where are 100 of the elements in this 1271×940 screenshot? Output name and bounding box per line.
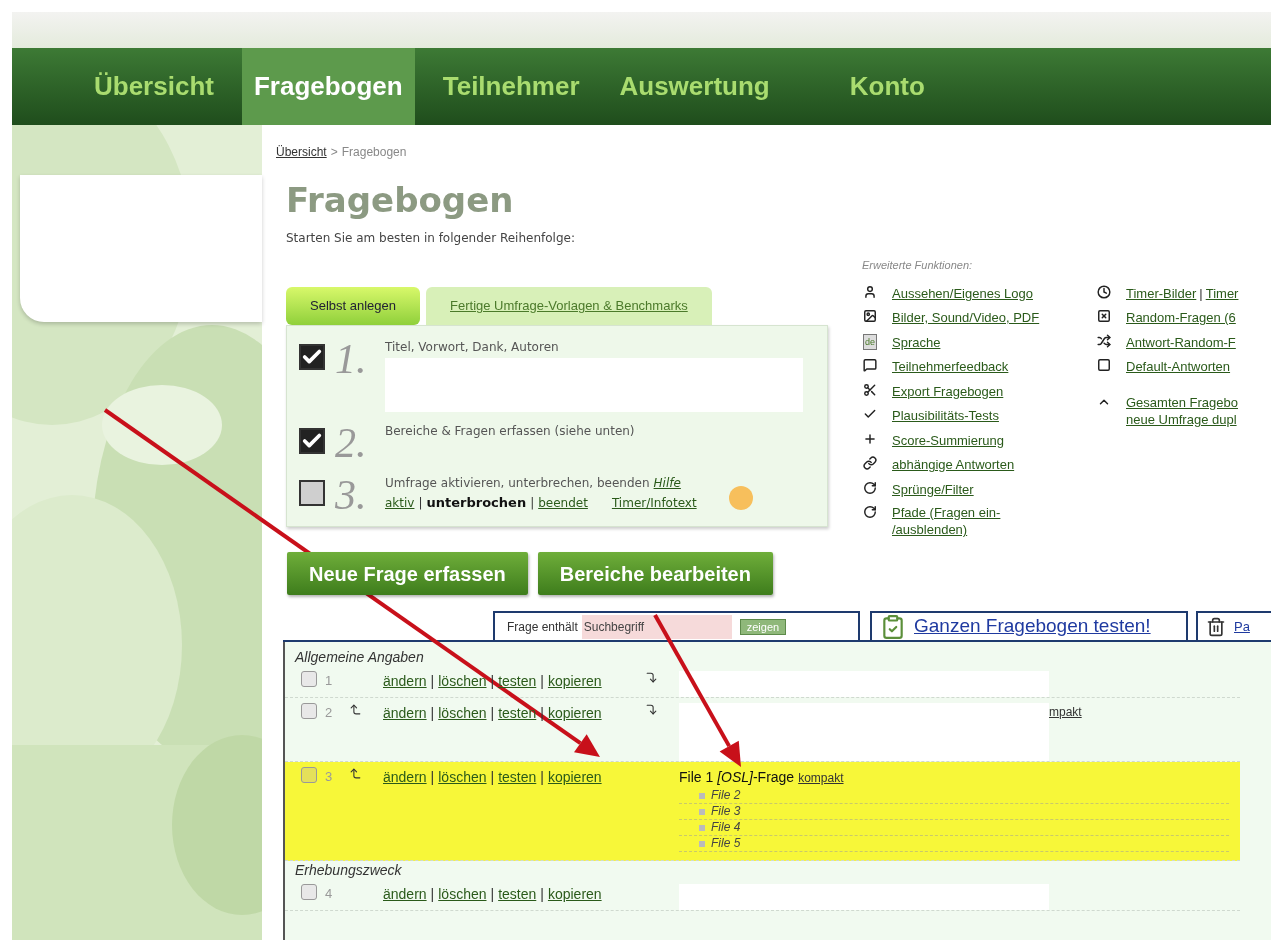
- action-button[interactable]: Neue Frage erfassen: [287, 552, 528, 595]
- nav-tab[interactable]: Konto: [837, 48, 937, 125]
- link-icon: [863, 456, 877, 470]
- feature-link[interactable]: Random-Fragen (6: [1126, 308, 1236, 328]
- question-checkbox[interactable]: [301, 703, 317, 719]
- separator: |: [490, 885, 495, 904]
- separator: |: [430, 885, 435, 904]
- question-action-link[interactable]: kopieren: [547, 767, 602, 788]
- square-icon: [1097, 358, 1111, 372]
- question-action-link[interactable]: ändern: [383, 703, 427, 724]
- move-up-icon[interactable]: [349, 703, 362, 716]
- action-button[interactable]: Bereiche bearbeiten: [537, 552, 773, 595]
- language-badge: de: [863, 333, 877, 350]
- step-tab[interactable]: Selbst anlegen: [286, 287, 420, 325]
- section-title: Erhebungszweck: [294, 861, 403, 879]
- answer-item: File 4: [711, 820, 741, 835]
- question-number: 1: [325, 672, 334, 690]
- breadcrumb-separator: >: [330, 144, 338, 161]
- separator: |: [430, 672, 435, 691]
- feature-link[interactable]: Sprünge/Filter: [892, 479, 974, 499]
- timer-link[interactable]: Timer/Infotext: [611, 493, 697, 512]
- breadcrumb-link[interactable]: Übersicht: [276, 143, 327, 161]
- compact-link[interactable]: mpakt: [1049, 703, 1082, 721]
- question-action-link[interactable]: löschen: [438, 703, 487, 724]
- question-number: 3: [325, 768, 334, 786]
- question-action-link[interactable]: kopieren: [547, 884, 602, 905]
- feature-link[interactable]: Timer: [1205, 283, 1239, 303]
- bullet-icon: [699, 824, 705, 831]
- nav-tab[interactable]: Auswertung: [607, 48, 782, 125]
- question-action-link[interactable]: kopieren: [547, 671, 602, 692]
- scissors-icon: [863, 382, 877, 397]
- question-checkbox[interactable]: [301, 767, 317, 783]
- feature-link[interactable]: Bilder, Sound/Video, PDF: [892, 308, 1040, 328]
- question-action-link[interactable]: ändern: [383, 671, 427, 692]
- step-number: 3.: [335, 474, 368, 516]
- answer-item: File 3: [711, 804, 741, 819]
- move-down-icon[interactable]: [645, 703, 658, 716]
- status-option[interactable]: beendet: [538, 493, 588, 512]
- question-checkbox[interactable]: [301, 884, 317, 900]
- move-up-icon[interactable]: [349, 767, 362, 780]
- feature-link[interactable]: Score-Summierung: [892, 430, 1004, 450]
- step-number: 2.: [335, 422, 368, 464]
- bullet-icon: [699, 792, 705, 799]
- separator: |: [490, 704, 495, 723]
- feature-link[interactable]: Pfade (Fragen ein- /ausblenden): [892, 504, 1001, 538]
- feature-link[interactable]: Plausibilitäts-Tests: [892, 406, 999, 426]
- page-title: Fragebogen: [286, 183, 515, 217]
- question-action-link[interactable]: testen: [498, 767, 537, 788]
- move-down-icon[interactable]: [645, 671, 658, 684]
- separator: |: [430, 704, 435, 723]
- plus-icon: [863, 431, 877, 446]
- question-action-link[interactable]: testen: [498, 884, 537, 905]
- question-title: File 1 [OSL]-Frage: [679, 768, 795, 787]
- step-text: Bereiche & Fragen erfassen (siehe unten): [385, 423, 636, 440]
- question-action-link[interactable]: testen: [498, 703, 537, 724]
- question-action-link[interactable]: kopieren: [547, 703, 602, 724]
- question-action-link[interactable]: ändern: [383, 884, 427, 905]
- clock-icon: [1097, 284, 1111, 299]
- feature-link[interactable]: Gesamten Fragebo neue Umfrage dupl: [1126, 393, 1238, 428]
- question-checkbox[interactable]: [301, 671, 317, 687]
- step-checkbox[interactable]: [299, 480, 325, 506]
- status-option[interactable]: aktiv: [385, 493, 415, 512]
- step-checkbox[interactable]: [299, 428, 325, 454]
- question-number: 2: [325, 704, 334, 722]
- square-x-icon: [1097, 309, 1111, 323]
- step-tab[interactable]: Fertige Umfrage-Vorlagen & Benchmarks: [426, 287, 712, 325]
- step-checkbox[interactable]: [299, 344, 325, 370]
- feature-link[interactable]: Teilnehmerfeedback: [892, 357, 1009, 377]
- shuffle-icon: [1097, 333, 1111, 348]
- search-field[interactable]: Suchbegriff: [581, 614, 732, 639]
- list-tab[interactable]: Ganzen Fragebogen testen!: [870, 611, 1188, 640]
- separator: |: [490, 768, 495, 787]
- page-subtitle: Starten Sie am besten in folgender Reihenfolge:: [286, 230, 576, 247]
- speech-bubble-icon: [863, 358, 877, 372]
- check-icon: [863, 407, 877, 421]
- feature-link[interactable]: Aussehen/Eigenes Logo: [892, 283, 1033, 303]
- question-action-link[interactable]: löschen: [438, 884, 487, 905]
- filter-label: Frage enthält: [507, 618, 578, 636]
- help-link[interactable]: Hilfe: [653, 474, 681, 492]
- question-action-link[interactable]: ändern: [383, 767, 427, 788]
- compact-link[interactable]: kompakt: [798, 769, 844, 787]
- nav-tab[interactable]: Übersicht: [82, 48, 226, 125]
- question-action-link[interactable]: testen: [498, 671, 537, 692]
- feature-link[interactable]: Export Fragebogen: [892, 381, 1004, 401]
- feature-link[interactable]: Sprache: [892, 332, 941, 352]
- question-action-link[interactable]: löschen: [438, 767, 487, 788]
- breadcrumb-current: Fragebogen: [341, 144, 407, 161]
- feature-link[interactable]: abhängige Antworten: [892, 455, 1015, 475]
- status-option[interactable]: unterbrochen: [426, 493, 527, 513]
- feature-link[interactable]: Antwort-Random-F: [1126, 332, 1236, 352]
- list-tab[interactable]: Pa: [1196, 611, 1271, 640]
- separator: |: [530, 494, 535, 512]
- nav-tab[interactable]: Teilnehmer: [430, 48, 592, 125]
- features-heading: Erweiterte Funktionen:: [862, 258, 974, 273]
- feature-link[interactable]: Timer-Bilder: [1126, 283, 1197, 303]
- question-number: 4: [325, 885, 334, 903]
- question-action-link[interactable]: löschen: [438, 671, 487, 692]
- feature-link[interactable]: Default-Antworten: [1126, 357, 1231, 377]
- separator: |: [490, 672, 495, 691]
- section-title: Allgemeine Angaben: [293, 648, 425, 666]
